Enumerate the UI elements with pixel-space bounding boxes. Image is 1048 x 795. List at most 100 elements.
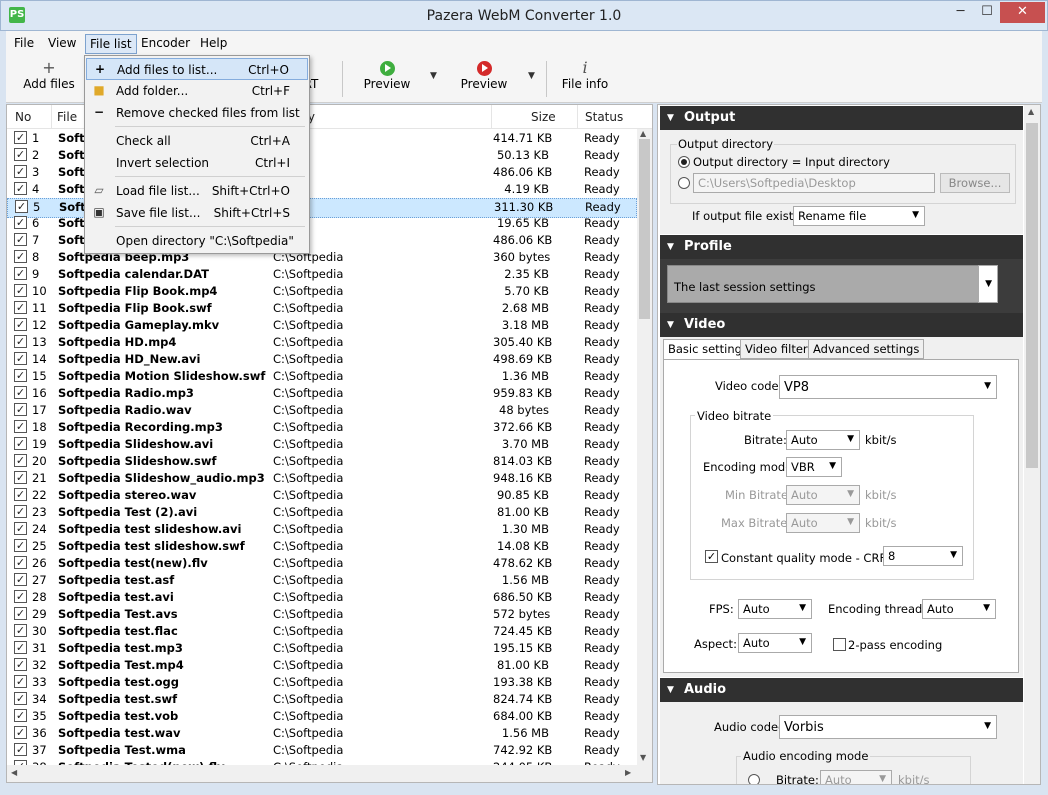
row-checkbox[interactable]: ✓ [14,420,27,433]
maximize-button[interactable]: ☐ [974,2,1000,23]
preview-button-2[interactable]: Preview [456,59,512,99]
row-checkbox[interactable]: ✓ [14,284,27,297]
row-checkbox[interactable]: ✓ [14,131,27,144]
row-checkbox[interactable]: ✓ [14,488,27,501]
row-checkbox[interactable]: ✓ [14,165,27,178]
table-row[interactable]: ✓ 30 Softpedia test.flac C:\Softpedia 724.45… [7,623,637,640]
row-checkbox[interactable]: ✓ [14,437,27,450]
scroll-thumb[interactable] [639,139,650,319]
row-checkbox[interactable]: ✓ [14,726,27,739]
radio-same-as-input[interactable] [678,156,690,168]
table-row[interactable]: ✓ 9 Softpedia calendar.DAT C:\Softpedia 2.35… [7,266,637,283]
table-row[interactable]: ✓ 23 Softpedia Test (2).avi C:\Softpedia 81.… [7,504,637,521]
row-checkbox[interactable]: ✓ [14,216,27,229]
settings-scrollbar[interactable]: ▲ [1024,105,1040,784]
row-checkbox[interactable]: ✓ [14,692,27,705]
min-bitrate-select[interactable]: Auto ▼ [786,485,860,505]
table-row[interactable]: ✓ 29 Softpedia Test.avs C:\Softpedia 572 byt… [7,606,637,623]
fps-select[interactable]: Auto ▼ [738,599,812,619]
menu-encoder[interactable]: Encoder [137,34,194,54]
row-checkbox[interactable]: ✓ [14,403,27,416]
row-checkbox[interactable]: ✓ [14,233,27,246]
menu-open-directory[interactable]: Open directory "C:\Softpedia" [86,230,308,252]
profile-section-header[interactable]: ▼ Profile [660,235,1023,259]
table-row[interactable]: ✓ 10 Softpedia Flip Book.mp4 C:\Softpedia 5.… [7,283,637,300]
row-checkbox[interactable]: ✓ [14,709,27,722]
row-checkbox[interactable]: ✓ [14,641,27,654]
row-checkbox[interactable]: ✓ [14,675,27,688]
row-checkbox[interactable]: ✓ [14,607,27,620]
header-no[interactable]: No [15,110,31,124]
row-checkbox[interactable]: ✓ [14,369,27,382]
row-checkbox[interactable]: ✓ [14,471,27,484]
if-exists-select[interactable]: Rename file ▼ [793,206,925,226]
list-horizontal-scrollbar[interactable]: ◀ ▶ [7,765,652,782]
table-row[interactable]: ✓ 28 Softpedia test.avi C:\Softpedia 686.50 … [7,589,637,606]
table-row[interactable]: ✓ 32 Softpedia Test.mp4 C:\Softpedia 81.00 K… [7,657,637,674]
video-section-header[interactable]: ▼ Video [660,313,1023,337]
table-row[interactable]: ✓ 13 Softpedia HD.mp4 C:\Softpedia 305.40 KB… [7,334,637,351]
row-checkbox[interactable]: ✓ [14,658,27,671]
encoding-mode-select[interactable]: VBR ▼ [786,457,842,477]
menu-file[interactable]: File [10,34,38,54]
output-path-field[interactable]: C:\Users\Softpedia\Desktop [693,173,935,193]
tab-advanced-settings[interactable]: Advanced settings [808,339,925,359]
menu-add-folder[interactable]: ■ Add folder... Ctrl+F [86,80,308,102]
table-row[interactable]: ✓ 31 Softpedia test.mp3 C:\Softpedia 195.15 … [7,640,637,657]
minimize-button[interactable]: ─ [947,2,974,23]
menu-add-files[interactable]: + Add files to list... Ctrl+O [86,58,308,80]
row-checkbox[interactable]: ✓ [14,573,27,586]
crf-select[interactable]: 8 ▼ [883,546,963,566]
browse-button[interactable]: Browse... [940,173,1010,193]
profile-select[interactable]: The last session settings [667,265,998,303]
audio-bitrate-radio[interactable] [748,774,760,784]
scroll-up-arrow[interactable]: ▲ [640,129,646,138]
table-row[interactable]: ✓ 12 Softpedia Gameplay.mkv C:\Softpedia 3.1… [7,317,637,334]
video-codec-select[interactable]: VP8 ▼ [779,375,997,399]
table-row[interactable]: ✓ 33 Softpedia test.ogg C:\Softpedia 193.38 … [7,674,637,691]
audio-codec-select[interactable]: Vorbis ▼ [779,715,997,739]
scroll-right-arrow[interactable]: ▶ [625,768,631,777]
menu-help[interactable]: Help [196,34,231,54]
row-checkbox[interactable]: ✓ [14,335,27,348]
table-row[interactable]: ✓ 24 Softpedia test slideshow.avi C:\Softpe… [7,521,637,538]
radio-custom-dir[interactable] [678,177,690,189]
bitrate-select[interactable]: Auto ▼ [786,430,860,450]
table-row[interactable]: ✓ 11 Softpedia Flip Book.swf C:\Softpedia 2.… [7,300,637,317]
two-pass-checkbox[interactable] [833,638,846,651]
audio-section-header[interactable]: ▼ Audio [660,678,1023,702]
header-file[interactable]: File [57,110,77,124]
menu-load-list[interactable]: ▱ Load file list... Shift+Ctrl+O [86,180,308,202]
row-checkbox[interactable]: ✓ [14,301,27,314]
table-row[interactable]: ✓ 18 Softpedia Recording.mp3 C:\Softpedia 37… [7,419,637,436]
scroll-down-arrow[interactable]: ▼ [640,753,646,762]
table-row[interactable]: ✓ 37 Softpedia Test.wma C:\Softpedia 742.92 … [7,742,637,759]
max-bitrate-select[interactable]: Auto ▼ [786,513,860,533]
row-checkbox[interactable]: ✓ [14,590,27,603]
scroll-thumb[interactable] [1026,123,1038,468]
row-checkbox[interactable]: ✓ [14,522,27,535]
row-checkbox[interactable]: ✓ [14,556,27,569]
row-checkbox[interactable]: ✓ [14,352,27,365]
constant-quality-checkbox[interactable]: ✓ [705,550,718,563]
row-checkbox[interactable]: ✓ [14,743,27,756]
row-checkbox[interactable]: ✓ [14,505,27,518]
menu-invert-selection[interactable]: Invert selection Ctrl+I [86,152,308,174]
tab-video-filters[interactable]: Video filters [740,339,819,359]
menu-save-list[interactable]: ▣ Save file list... Shift+Ctrl+S [86,202,308,224]
preview-dropdown-arrow-1[interactable]: ▼ [430,71,437,81]
header-size[interactable]: Size [531,110,556,124]
menu-remove-checked[interactable]: − Remove checked files from list [86,102,308,124]
table-row[interactable]: ✓ 19 Softpedia Slideshow.avi C:\Softpedia 3.… [7,436,637,453]
table-row[interactable]: ✓ 16 Softpedia Radio.mp3 C:\Softpedia 959.83… [7,385,637,402]
table-row[interactable]: ✓ 17 Softpedia Radio.wav C:\Softpedia 48 byt… [7,402,637,419]
menu-file-list[interactable]: File list [85,34,137,54]
header-status[interactable]: Status [585,110,623,124]
row-checkbox[interactable]: ✓ [14,318,27,331]
table-row[interactable]: ✓ 22 Softpedia stereo.wav C:\Softpedia 90.85… [7,487,637,504]
table-row[interactable]: ✓ 15 Softpedia Motion Slideshow.swf C:\Soft… [7,368,637,385]
list-vertical-scrollbar[interactable]: ▲ ▼ [637,129,652,765]
row-checkbox[interactable]: ✓ [14,267,27,280]
table-row[interactable]: ✓ 14 Softpedia HD_New.avi C:\Softpedia 498.6… [7,351,637,368]
table-row[interactable]: ✓ 35 Softpedia test.vob C:\Softpedia 684.00 … [7,708,637,725]
